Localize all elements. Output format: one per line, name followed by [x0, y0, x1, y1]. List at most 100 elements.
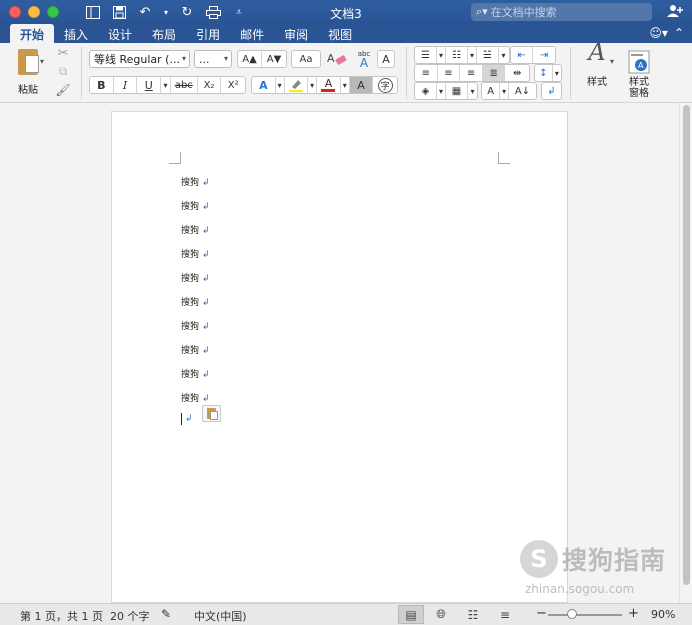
- outline-view-icon[interactable]: ☷: [460, 605, 486, 624]
- print-layout-view-icon[interactable]: ▤: [398, 605, 424, 624]
- styles-button[interactable]: A 样式: [580, 40, 614, 88]
- tab-design[interactable]: 设计: [98, 24, 142, 43]
- phonetic-guide-button[interactable]: 字: [373, 77, 397, 93]
- scrollbar-thumb[interactable]: [683, 105, 690, 585]
- document-line[interactable]: 搜狗 ↲: [181, 271, 210, 284]
- document-page[interactable]: ↲ 搜狗 ↲ 搜狗 ↲ 搜狗 ↲ 搜狗 ↲ 搜狗 ↲ 搜狗 ↲ 搜狗 ↲ 搜狗 ↲ 搜狗 ↲ 搜狗 ↲: [111, 111, 568, 603]
- styles-pane-button[interactable]: A 样式 窗格: [622, 47, 656, 99]
- language-status[interactable]: 中文(中国): [194, 608, 247, 624]
- character-border-button[interactable]: A: [377, 50, 395, 68]
- chevron-down-icon[interactable]: ▾: [308, 77, 318, 93]
- sidebar-toggle-icon[interactable]: [85, 4, 101, 20]
- document-line[interactable]: 搜狗 ↲: [181, 367, 210, 380]
- minimize-window-button[interactable]: [28, 6, 40, 18]
- tab-review[interactable]: 审阅: [274, 24, 318, 43]
- tab-insert[interactable]: 插入: [54, 24, 98, 43]
- numbering-icon[interactable]: ☷: [446, 47, 468, 63]
- smiley-feedback-icon[interactable]: ☺▾: [649, 26, 668, 40]
- zoom-out-icon[interactable]: −: [536, 606, 547, 621]
- chevron-down-icon[interactable]: ▾: [499, 47, 508, 63]
- close-window-button[interactable]: [9, 6, 21, 18]
- font-name-select[interactable]: 等线 Regular (... ▾: [89, 50, 190, 68]
- tab-layout[interactable]: 布局: [142, 24, 186, 43]
- page-count[interactable]: 第 1 页，共 1 页: [20, 608, 103, 624]
- character-shading-button[interactable]: A: [349, 77, 374, 93]
- document-line[interactable]: 搜狗 ↲: [181, 223, 210, 236]
- decrease-indent-icon[interactable]: ⇤: [511, 47, 534, 63]
- clear-formatting-icon[interactable]: A: [325, 49, 349, 69]
- shrink-font-button[interactable]: A▼: [262, 51, 286, 67]
- document-line[interactable]: 搜狗 ↲: [181, 391, 210, 404]
- subscript-button[interactable]: X₂: [198, 77, 222, 93]
- chevron-down-icon[interactable]: ▾: [500, 83, 510, 99]
- format-painter-icon[interactable]: 🖌: [54, 81, 72, 98]
- zoom-in-icon[interactable]: +: [628, 606, 639, 621]
- add-user-icon[interactable]: [667, 4, 683, 22]
- change-case-button[interactable]: Aa: [291, 50, 321, 68]
- highlighter-icon[interactable]: [285, 77, 309, 93]
- styles-dropdown-icon[interactable]: ▾: [610, 57, 614, 66]
- paste-options-button[interactable]: [202, 405, 221, 422]
- show-marks-button[interactable]: ↲: [541, 82, 562, 100]
- document-area[interactable]: ↲ 搜狗 ↲ 搜狗 ↲ 搜狗 ↲ 搜狗 ↲ 搜狗 ↲ 搜狗 ↲ 搜狗 ↲ 搜狗 ↲ 搜狗 ↲ 搜狗 ↲: [0, 103, 679, 603]
- underline-button[interactable]: U: [137, 77, 162, 93]
- text-effect-color-icon[interactable]: A: [252, 77, 276, 93]
- strikethrough-button[interactable]: abc: [171, 77, 198, 93]
- align-right-icon[interactable]: ≡: [460, 65, 483, 81]
- tab-view[interactable]: 视图: [318, 24, 362, 43]
- text-effects-icon[interactable]: abc A: [352, 48, 376, 70]
- document-line[interactable]: 搜狗 ↲: [181, 319, 210, 332]
- multilevel-list-icon[interactable]: ☱: [477, 47, 499, 63]
- chevron-down-icon[interactable]: ▾: [468, 47, 477, 63]
- borders-icon[interactable]: ▦: [446, 83, 468, 99]
- tab-references[interactable]: 引用: [186, 24, 230, 43]
- font-color-icon[interactable]: A: [317, 77, 341, 93]
- zoom-level[interactable]: 90%: [651, 608, 675, 621]
- tab-home[interactable]: 开始: [10, 24, 55, 43]
- bold-button[interactable]: B: [90, 77, 114, 93]
- line-spacing-icon[interactable]: ↕: [535, 65, 553, 81]
- document-line[interactable]: 搜狗 ↲: [181, 247, 210, 260]
- chevron-down-icon[interactable]: ▾: [437, 47, 446, 63]
- align-left-icon[interactable]: ≡: [415, 65, 438, 81]
- shading-icon[interactable]: ◈: [415, 83, 437, 99]
- cut-icon[interactable]: ✂: [54, 45, 72, 62]
- print-icon[interactable]: [205, 4, 221, 20]
- vertical-scrollbar[interactable]: [679, 103, 692, 603]
- chevron-down-icon[interactable]: ▾: [341, 77, 350, 93]
- draft-view-icon[interactable]: ≡: [492, 605, 518, 624]
- web-layout-view-icon[interactable]: 🌐︎: [428, 605, 454, 624]
- search-box[interactable]: ⌕▾: [471, 3, 652, 21]
- document-line[interactable]: 搜狗 ↲: [181, 343, 210, 356]
- undo-icon[interactable]: ↶: [137, 4, 153, 20]
- increase-indent-icon[interactable]: ⇥: [533, 47, 555, 63]
- bullets-icon[interactable]: ☰: [415, 47, 437, 63]
- italic-button[interactable]: I: [114, 77, 138, 93]
- document-line[interactable]: 搜狗 ↲: [181, 199, 210, 212]
- grow-font-button[interactable]: A▲: [238, 51, 263, 67]
- underline-dropdown-icon[interactable]: ▾: [161, 77, 171, 93]
- collapse-ribbon-icon[interactable]: ⌃: [674, 26, 684, 40]
- chevron-down-icon[interactable]: ▾: [276, 77, 285, 93]
- copy-icon[interactable]: ⧉: [54, 63, 72, 80]
- text-direction-icon[interactable]: A: [482, 83, 501, 99]
- document-line[interactable]: 搜狗 ↲: [181, 295, 210, 308]
- zoom-window-button[interactable]: [47, 6, 59, 18]
- word-count[interactable]: 20 个字: [110, 608, 150, 624]
- align-center-icon[interactable]: ≡: [438, 65, 461, 81]
- redo-icon[interactable]: ↻: [179, 4, 195, 20]
- customize-toolbar-icon[interactable]: ⩡: [231, 4, 247, 20]
- paste-button[interactable]: 粘贴: [8, 47, 48, 99]
- chevron-down-icon[interactable]: ▾: [437, 83, 446, 99]
- zoom-slider-thumb[interactable]: [567, 609, 578, 619]
- tab-mailings[interactable]: 邮件: [230, 24, 274, 43]
- zoom-slider[interactable]: [548, 614, 622, 616]
- proofing-icon[interactable]: ✎: [161, 607, 171, 621]
- justify-icon[interactable]: ≣: [482, 65, 506, 81]
- paste-dropdown-icon[interactable]: ▾: [40, 57, 44, 66]
- distributed-icon[interactable]: ⇹: [505, 65, 529, 81]
- chevron-down-icon[interactable]: ▾: [468, 83, 477, 99]
- chevron-down-icon[interactable]: ▾: [553, 65, 561, 81]
- font-size-select[interactable]: ... ▾: [194, 50, 232, 68]
- superscript-button[interactable]: X²: [221, 77, 245, 93]
